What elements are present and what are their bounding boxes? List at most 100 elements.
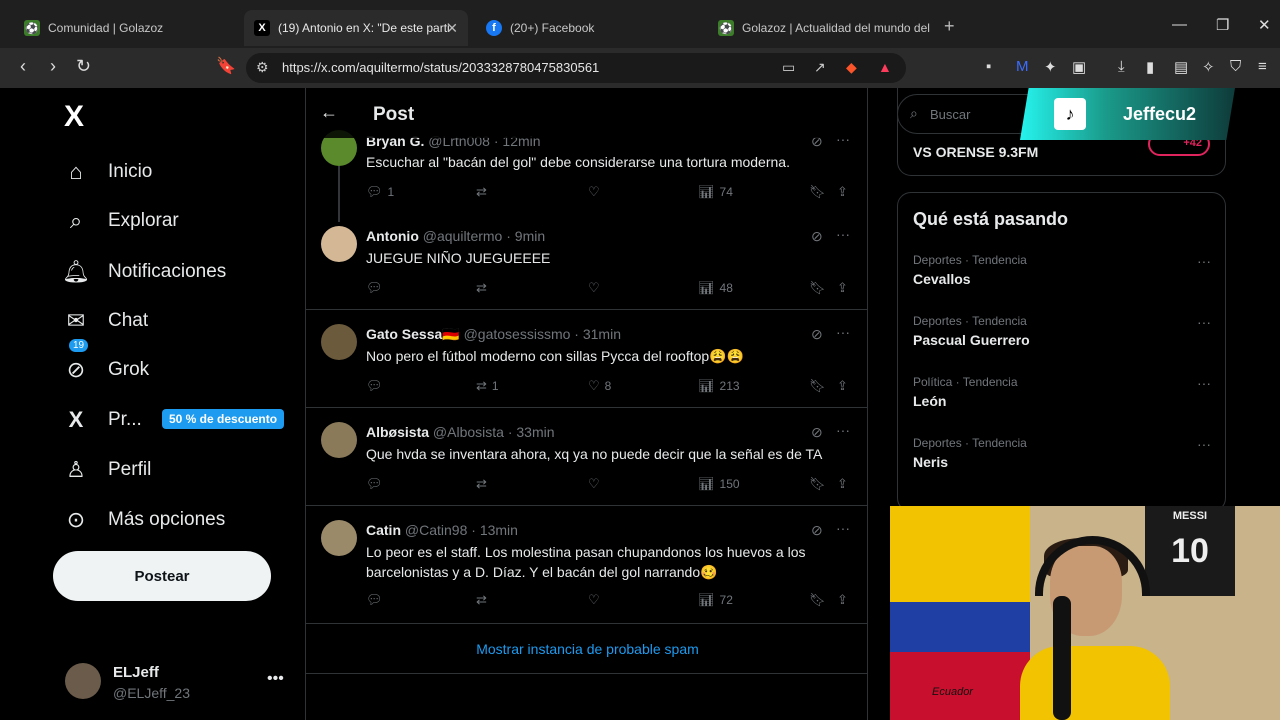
sidebar-item-chat[interactable]: ✉ Chat [62,301,148,341]
forward-icon[interactable]: › [50,56,56,77]
screenshot-icon[interactable]: ▣ [1072,58,1086,76]
tweet[interactable]: Catin @Catin98 · 13min ⊘ ··· Lo peor es … [306,506,867,624]
tweet-time[interactable]: 13min [480,522,518,538]
leo-icon[interactable]: ✧ [1202,58,1215,76]
tweet-author-name[interactable]: Antonio [366,228,419,244]
menu-icon[interactable]: ≡ [1258,58,1267,75]
grok-icon[interactable]: ⊘ [811,326,823,343]
window-close-icon[interactable]: ✕ [1258,16,1271,34]
sidebar-item-explorar[interactable]: ⌕ Explorar [62,201,179,241]
bookmark-button[interactable]: 🔖︎ [809,280,826,296]
repost-button[interactable]: ⇄ [476,280,487,296]
more-dots-icon[interactable]: ••• [267,670,284,688]
sidebar-item-perfil[interactable]: ♙ Perfil [62,450,151,490]
minimize-icon[interactable]: — [1172,16,1187,33]
tweet-author-name[interactable]: Gato Sessa🇩🇪 [366,326,460,342]
grok-icon[interactable]: ⊘ [811,424,823,441]
tweet-time[interactable]: 31min [583,326,621,342]
more-dots-icon[interactable]: ··· [836,226,850,242]
reply-button[interactable]: 💬︎ [366,280,383,296]
bookmark-button[interactable]: 🔖︎ [809,184,826,200]
brave-rewards-icon[interactable]: ▲ [878,59,892,75]
more-dots-icon[interactable]: ··· [1197,436,1211,452]
tweet-author-handle[interactable]: @aquiltermo [423,228,503,244]
tweet[interactable]: Albøsista @Albosista · 33min ⊘ ··· Que h… [306,408,867,506]
more-dots-icon[interactable]: ··· [836,520,850,536]
url-text[interactable]: https://x.com/aquiltermo/status/20333287… [282,60,599,75]
reply-button[interactable]: 💬︎ [366,378,383,394]
avatar[interactable] [321,226,357,262]
repost-button[interactable]: ⇄ 1 [476,378,499,394]
reply-button[interactable]: 💬︎ [366,476,383,492]
like-button[interactable]: ♡ [588,280,600,296]
share-icon[interactable]: ↗ [814,59,826,76]
tweet[interactable]: Antonio @aquiltermo · 9min ⊘ ··· JUEGUE … [306,210,867,310]
back-arrow-icon[interactable]: ← [320,102,338,123]
sidebar-item-grok[interactable]: ⊘ Grok [62,350,149,390]
sidebar-item-mas-opciones[interactable]: ⊙ Más opciones [62,500,225,540]
tweet[interactable]: Gato Sessa🇩🇪 @gatosessissmo · 31min ⊘ ··… [306,310,867,408]
bookmark-icon[interactable]: 🔖 [216,56,236,76]
x-logo-icon[interactable]: X [64,100,84,134]
share-button[interactable]: ⇪ [837,378,848,394]
views-button[interactable]: 📊︎ 150 [698,476,740,492]
tab-golazoz-actualidad[interactable]: ⚽ Golazoz | Actualidad del mundo del F [708,10,934,46]
bookmark-button[interactable]: 🔖︎ [809,592,826,608]
repost-button[interactable]: ⇄ [476,592,487,608]
tab-x-post[interactable]: X (19) Antonio en X: "De este parti ✕ [244,10,468,46]
download-icon[interactable]: ⤓ [1118,58,1125,75]
close-icon[interactable]: ✕ [446,20,458,37]
brave-shield-icon[interactable]: ◆ [846,59,857,76]
tweet-author-handle[interactable]: @Albosista [433,424,504,440]
grok-icon[interactable]: ⊘ [811,228,823,245]
share-button[interactable]: ⇪ [837,280,848,296]
extension-icon[interactable]: ▪ [986,58,991,75]
sidebar-toggle-icon[interactable]: ▮ [1146,58,1154,76]
views-button[interactable]: 📊︎ 74 [698,184,733,200]
puzzle-icon[interactable]: ✦ [1044,58,1057,76]
tab-facebook[interactable]: f (20+) Facebook [476,10,704,46]
post-button[interactable]: Postear [53,551,271,601]
more-dots-icon[interactable]: ··· [836,324,850,340]
extension-m-icon[interactable]: M [1016,58,1029,75]
bookmark-button[interactable]: 🔖︎ [809,476,826,492]
more-dots-icon[interactable]: ··· [1197,314,1211,330]
trend-item[interactable]: Deportes · Tendencia Neris ··· [913,436,1213,481]
vpn-icon[interactable]: ⛉ [1230,58,1241,75]
tweet-time[interactable]: 9min [515,228,545,244]
like-button[interactable]: ♡ [588,592,600,608]
trend-item[interactable]: Deportes · Tendencia Pascual Guerrero ··… [913,314,1213,359]
like-button[interactable]: ♡ 8 [588,378,611,394]
new-tab-icon[interactable]: + [944,16,955,37]
trend-item[interactable]: Política · Tendencia León ··· [913,375,1213,420]
like-button[interactable]: ♡ [588,184,600,200]
repost-button[interactable]: ⇄ [476,184,487,200]
restore-icon[interactable]: ❐ [1216,16,1229,34]
account-switcher[interactable]: ELJeff @ELJeff_23 ••• [62,660,292,710]
more-dots-icon[interactable]: ··· [1197,253,1211,269]
show-spam-link[interactable]: Mostrar instancia de probable spam [306,624,867,674]
share-button[interactable]: ⇪ [837,592,848,608]
like-button[interactable]: ♡ [588,476,600,492]
tweet-author-handle[interactable]: @Catin98 [405,522,467,538]
sidebar-item-notificaciones[interactable]: 🔔︎ Notificaciones [62,252,226,292]
tab-golazoz-comunidad[interactable]: ⚽ Comunidad | Golazoz [14,10,242,46]
wallet-icon[interactable]: ▤ [1174,58,1188,76]
tweet-author-name[interactable]: Catin [366,522,401,538]
cast-icon[interactable]: ▭ [782,59,795,76]
site-info-icon[interactable]: ⚙ [256,59,269,76]
trend-item[interactable]: Deportes · Tendencia Cevallos ··· [913,253,1213,298]
bookmark-button[interactable]: 🔖︎ [809,378,826,394]
sidebar-item-inicio[interactable]: ⌂ Inicio [62,152,152,192]
share-button[interactable]: ⇪ [837,476,848,492]
reply-button[interactable]: 💬︎ 1 [366,184,394,200]
reply-button[interactable]: 💬︎ [366,592,383,608]
more-dots-icon[interactable]: ··· [1197,375,1211,391]
discount-badge[interactable]: 50 % de descuento [162,409,285,429]
views-button[interactable]: 📊︎ 213 [698,378,740,394]
views-button[interactable]: 📊︎ 48 [698,280,733,296]
avatar[interactable] [321,520,357,556]
tweet-time[interactable]: 33min [516,424,554,440]
avatar[interactable] [321,324,357,360]
avatar[interactable] [321,422,357,458]
